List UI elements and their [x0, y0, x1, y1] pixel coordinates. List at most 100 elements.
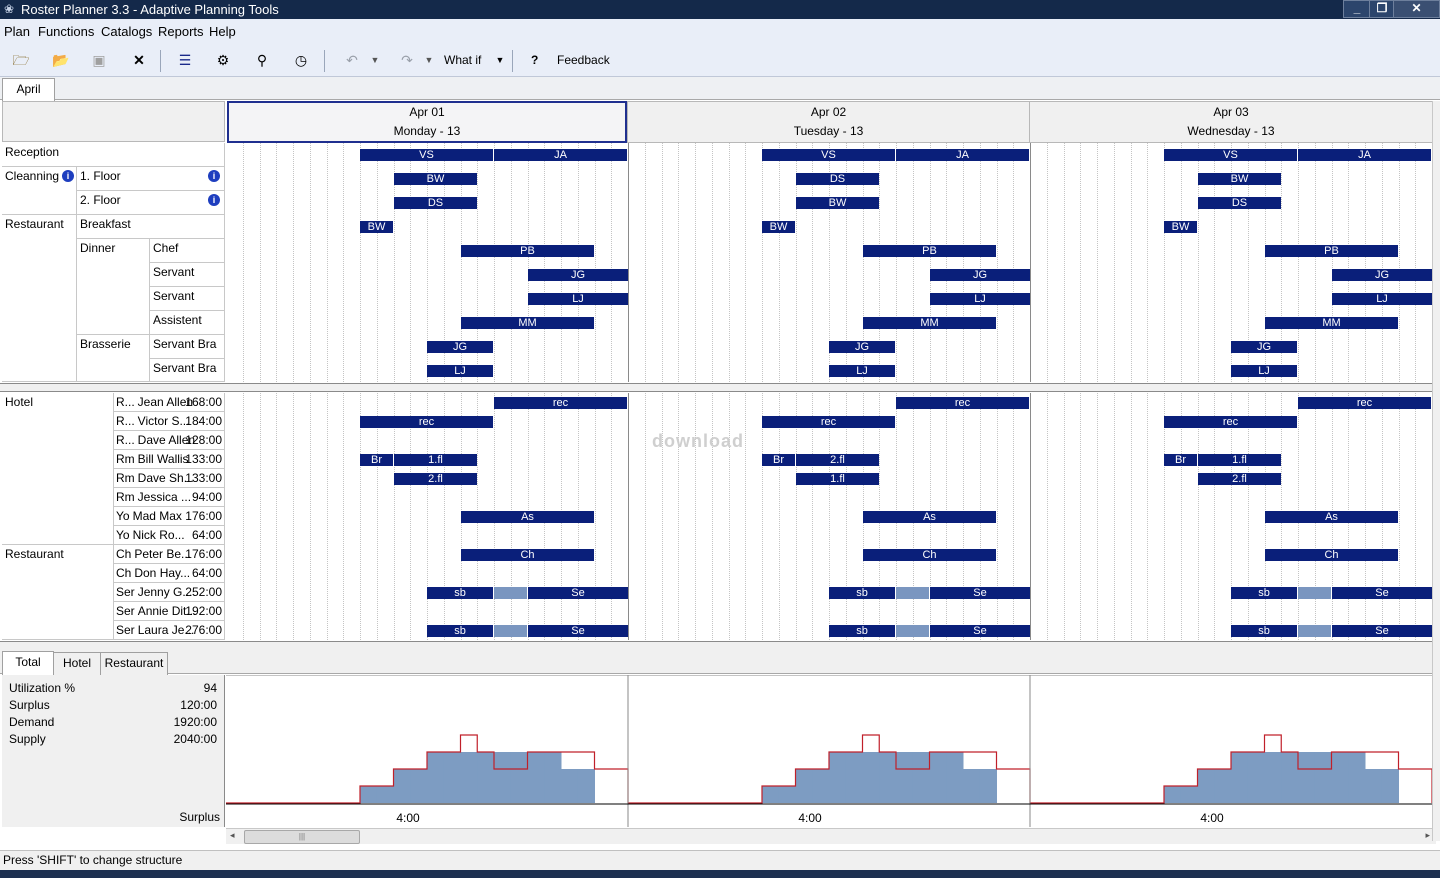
shift-bar[interactable]: VS: [1164, 149, 1297, 161]
employee-shift-bar[interactable]: rec: [1298, 397, 1431, 409]
shift-bar[interactable]: JA: [896, 149, 1029, 161]
pane-splitter[interactable]: [0, 641, 1440, 650]
employee-shift-bar[interactable]: [896, 587, 929, 599]
employee-shift-bar[interactable]: Ch: [461, 549, 594, 561]
save-icon[interactable]: ▣: [89, 51, 109, 69]
row-restaurant[interactable]: Restaurant: [2, 215, 77, 382]
employee-shift-bar[interactable]: Se: [930, 625, 1030, 637]
shift-bar[interactable]: MM: [863, 317, 996, 329]
employee-row[interactable]: R... Jean Allen 168:00: [114, 393, 225, 412]
shift-bar[interactable]: LJ: [427, 365, 493, 377]
menu-catalogs[interactable]: Catalogs: [101, 24, 152, 39]
shift-bar[interactable]: JG: [528, 269, 628, 281]
employee-row[interactable]: R... Dave Allen 128:00: [114, 431, 225, 450]
employee-shift-bar[interactable]: sb: [829, 587, 895, 599]
shift-bar[interactable]: BW: [360, 221, 393, 233]
open-folder-icon[interactable]: 📂: [51, 51, 71, 69]
info-icon[interactable]: i: [62, 170, 74, 182]
row-cleaning[interactable]: Cleanning i: [2, 167, 77, 215]
row-floor-2[interactable]: 2. Floor i: [77, 191, 225, 215]
info-icon[interactable]: i: [208, 194, 220, 206]
vertical-scrollbar[interactable]: [1432, 101, 1440, 841]
group-restaurant[interactable]: Restaurant: [2, 545, 114, 640]
shift-bar[interactable]: PB: [461, 245, 594, 257]
minimize-button[interactable]: _: [1343, 0, 1371, 18]
pane-splitter[interactable]: [0, 383, 1440, 392]
employee-shift-bar[interactable]: As: [1265, 511, 1398, 523]
row-servant-bra[interactable]: Servant Bra: [150, 359, 225, 382]
settings-gear-icon[interactable]: ⚙: [212, 51, 234, 69]
employee-shift-bar[interactable]: rec: [896, 397, 1029, 409]
employee-shift-bar[interactable]: [896, 625, 929, 637]
shift-bar[interactable]: MM: [1265, 317, 1398, 329]
shift-bar[interactable]: LJ: [1231, 365, 1297, 377]
redo-icon[interactable]: ↷: [395, 51, 419, 69]
employee-shift-bar[interactable]: rec: [762, 416, 895, 428]
employee-row[interactable]: Ch Peter Be... 176:00: [114, 545, 225, 564]
employee-row[interactable]: Rm Bill Wallis 133:00: [114, 450, 225, 469]
employee-shift-bar[interactable]: [494, 587, 527, 599]
shift-bar[interactable]: BW: [394, 173, 477, 185]
restore-button[interactable]: ❐: [1369, 0, 1395, 18]
row-dinner[interactable]: Dinner: [77, 239, 150, 335]
employee-shift-bar[interactable]: Se: [930, 587, 1030, 599]
menu-help[interactable]: Help: [209, 24, 236, 39]
employee-shift-bar[interactable]: Se: [528, 625, 628, 637]
employee-shift-bar[interactable]: Ch: [863, 549, 996, 561]
delete-icon[interactable]: ✕: [129, 51, 149, 69]
employee-row[interactable]: Rm Jessica ... 94:00: [114, 488, 225, 507]
employee-shift-bar[interactable]: 2.fl: [394, 473, 477, 485]
shift-bar[interactable]: DS: [1198, 197, 1281, 209]
employee-shift-bar[interactable]: rec: [494, 397, 627, 409]
shift-bar[interactable]: JG: [829, 341, 895, 353]
shift-bar[interactable]: JG: [930, 269, 1030, 281]
employee-shift-bar[interactable]: sb: [427, 587, 493, 599]
shift-bar[interactable]: JG: [1231, 341, 1297, 353]
employee-shift-bar[interactable]: sb: [1231, 587, 1297, 599]
shift-bar[interactable]: JA: [1298, 149, 1431, 161]
employee-shift-bar[interactable]: sb: [427, 625, 493, 637]
help-icon[interactable]: ?: [531, 53, 538, 67]
shift-bar[interactable]: VS: [762, 149, 895, 161]
employee-shift-bar[interactable]: Se: [1332, 625, 1432, 637]
tab-hotel[interactable]: Hotel: [53, 652, 101, 675]
menu-plan[interactable]: Plan: [4, 24, 30, 39]
employee-shift-bar[interactable]: [1298, 625, 1331, 637]
redo-dropdown-icon[interactable]: ▼: [423, 51, 435, 69]
employee-row[interactable]: Yo Mad Max 176:00: [114, 507, 225, 526]
row-brasserie[interactable]: Brasserie: [77, 335, 150, 382]
shift-bar[interactable]: JG: [1332, 269, 1432, 281]
employee-row[interactable]: Ser Annie Dit... 192:00: [114, 602, 225, 621]
shift-bar[interactable]: BW: [1198, 173, 1281, 185]
menu-functions[interactable]: Functions: [38, 24, 94, 39]
employee-shift-bar[interactable]: 1.fl: [796, 473, 879, 485]
employee-shift-bar[interactable]: sb: [1231, 625, 1297, 637]
shift-bar[interactable]: LJ: [1332, 293, 1432, 305]
tab-restaurant[interactable]: Restaurant: [100, 652, 168, 675]
scroll-right-icon[interactable]: ▸: [1425, 830, 1430, 841]
employee-shift-bar[interactable]: [494, 625, 527, 637]
undo-icon[interactable]: ↶: [340, 51, 364, 69]
employee-row[interactable]: Ser Laura Je... 276:00: [114, 621, 225, 640]
employee-shift-bar[interactable]: Br: [762, 454, 795, 466]
horizontal-scrollbar[interactable]: ◂ ||| ▸: [226, 828, 1436, 844]
row-servant[interactable]: Servant: [150, 287, 225, 311]
employee-shift-bar[interactable]: rec: [1164, 416, 1297, 428]
what-if-dropdown-icon[interactable]: ▼: [494, 51, 506, 69]
employee-shift-bar[interactable]: Se: [528, 587, 628, 599]
shift-bar[interactable]: LJ: [528, 293, 628, 305]
shift-bar[interactable]: DS: [796, 173, 879, 185]
employee-row[interactable]: Rm Dave Sh... 133:00: [114, 469, 225, 488]
shift-bar[interactable]: VS: [360, 149, 493, 161]
employee-row[interactable]: Ser Jenny G... 252:00: [114, 583, 225, 602]
scroll-thumb[interactable]: |||: [244, 830, 360, 844]
new-folder-icon[interactable]: 🗁: [11, 51, 31, 69]
scroll-left-icon[interactable]: ◂: [230, 830, 235, 841]
employee-shift-bar[interactable]: 1.fl: [1198, 454, 1281, 466]
shift-bar[interactable]: BW: [796, 197, 879, 209]
menu-reports[interactable]: Reports: [158, 24, 204, 39]
shift-bar[interactable]: PB: [1265, 245, 1398, 257]
employee-shift-bar[interactable]: 2.fl: [1198, 473, 1281, 485]
employee-shift-bar[interactable]: sb: [829, 625, 895, 637]
lamp-icon[interactable]: ⚲: [253, 51, 271, 69]
